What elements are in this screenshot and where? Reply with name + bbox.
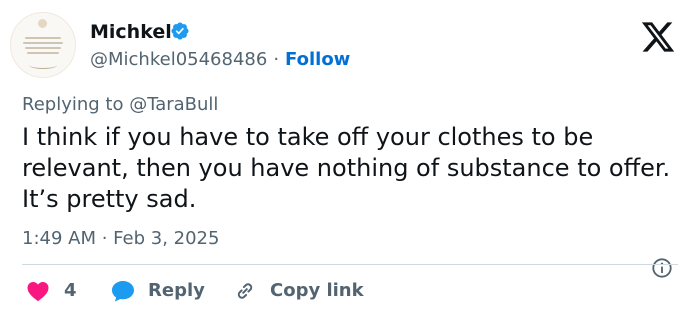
verified-badge-icon	[171, 22, 189, 40]
tweet-timestamp[interactable]: 1:49 AM · Feb 3, 2025	[22, 227, 219, 251]
author-display-name[interactable]: Michkel	[90, 20, 172, 44]
like-button[interactable]: 4	[26, 279, 77, 303]
reply-label: Reply	[148, 280, 205, 301]
author-handle[interactable]: @Michkel05468486	[90, 49, 267, 70]
speech-bubble-icon	[112, 281, 134, 302]
copy-link-label: Copy link	[270, 280, 364, 301]
reply-button[interactable]: Reply	[110, 279, 205, 303]
tweet-text: I think if you have to take off your clo…	[22, 123, 671, 213]
author-handle-row: @Michkel05468486 · Follow	[90, 48, 350, 72]
separator-dot: ·	[273, 49, 280, 70]
info-icon[interactable]	[651, 257, 673, 279]
link-icon	[237, 283, 253, 299]
like-count: 4	[64, 280, 77, 301]
divider	[22, 264, 678, 265]
avatar[interactable]	[10, 12, 76, 78]
follow-button[interactable]: Follow	[285, 49, 350, 70]
copy-link-button[interactable]: Copy link	[232, 279, 364, 303]
replying-to-label: Replying to @TaraBull	[22, 94, 219, 115]
x-logo-icon[interactable]	[638, 19, 678, 55]
heart-icon	[27, 282, 49, 302]
